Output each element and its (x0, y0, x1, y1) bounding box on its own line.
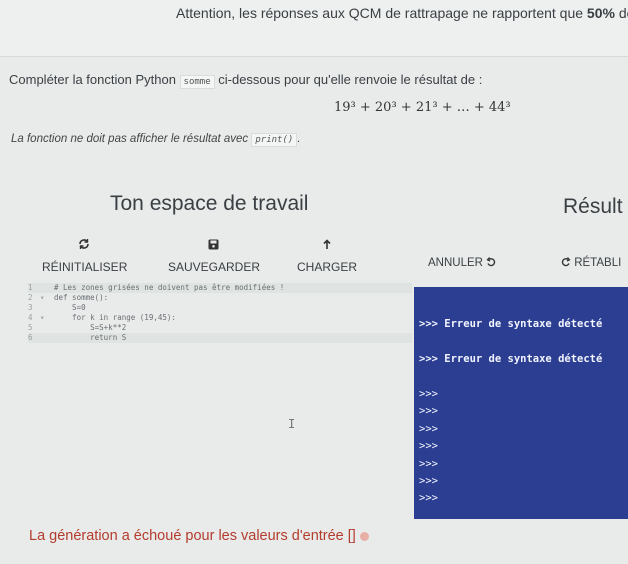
exercise-note: La fonction ne doit pas afficher le résu… (11, 133, 301, 147)
code-text: S=0 (54, 303, 86, 312)
reset-label: RÉINITIALISER (42, 260, 128, 274)
console-prompt-line: >>> (419, 405, 438, 417)
cancel-button[interactable]: ANNULER (428, 257, 496, 269)
console-prompt-line: >>> (419, 388, 438, 400)
refresh-icon (42, 238, 126, 256)
code-editor[interactable]: 1 # Les zones grisées ne doivent pas être… (28, 283, 412, 523)
result-title: Résult (563, 195, 623, 218)
exercise-prompt: Compléter la fonction Python somme ci-de… (9, 72, 483, 89)
line-number: 6 (28, 333, 33, 342)
console-prompt-line: >>> (419, 423, 438, 435)
status-dot-icon (359, 531, 369, 541)
console-prompt-line: >>> (419, 458, 438, 470)
sum-formula: 19³ + 20³ + 21³ + … + 44³ (334, 100, 511, 115)
cancel-label: ANNULER (428, 257, 483, 269)
code-line[interactable]: 6 return S (28, 333, 412, 343)
save-label: SAUVEGARDER (168, 260, 261, 274)
code-text: return S (54, 333, 127, 342)
save-icon (168, 238, 258, 256)
restore-button[interactable]: RÉTABLI (561, 257, 621, 269)
line-number: 1 (28, 283, 33, 292)
line-number: 5 (28, 323, 33, 332)
load-button[interactable]: CHARGER (296, 238, 358, 274)
console-error-line: >>> Erreur de syntaxe détecté (419, 353, 603, 365)
code-line[interactable]: 4 ▾ for k in range (19,45): (28, 313, 412, 323)
workspace-title: Ton espace de travail (110, 192, 309, 215)
python-console[interactable]: >>> Erreur de syntaxe détecté >>> Erreur … (414, 287, 628, 519)
code-line[interactable]: 3 S=0 (28, 303, 412, 313)
fold-arrow-icon[interactable]: ▾ (40, 313, 45, 323)
code-text: def somme(): (54, 293, 109, 302)
load-label: CHARGER (296, 260, 357, 274)
line-number: 4 (28, 313, 33, 322)
line-number: 2 (28, 293, 33, 302)
console-error-line: >>> Erreur de syntaxe détecté (419, 318, 603, 330)
console-prompt-line: >>> (419, 492, 438, 504)
console-prompt-line: >>> (419, 440, 438, 452)
code-text: for k in range (19,45): (54, 313, 176, 322)
console-prompt-line: >>> (419, 475, 438, 487)
reset-button[interactable]: RÉINITIALISER (42, 238, 128, 274)
code-text: S=S+k**2 (54, 323, 127, 332)
save-button[interactable]: SAUVEGARDER (168, 238, 261, 274)
function-name-code: somme (179, 75, 215, 89)
fold-arrow-icon[interactable]: ▾ (40, 293, 45, 303)
warning-text: Attention, les réponses aux QCM de rattr… (176, 5, 628, 21)
restore-label: RÉTABLI (574, 257, 622, 269)
code-line[interactable]: 5 S=S+k**2 (28, 323, 412, 333)
text-cursor-icon: I (288, 417, 296, 431)
undo-icon (486, 257, 496, 269)
upload-icon (296, 238, 358, 256)
warning-banner: Attention, les réponses aux QCM de rattr… (0, 0, 628, 57)
code-text: # Les zones grisées ne doivent pas être … (54, 283, 285, 292)
code-line[interactable]: 1 # Les zones grisées ne doivent pas être… (28, 283, 412, 293)
print-code: print() (251, 133, 298, 147)
code-line[interactable]: 2 ▾ def somme(): (28, 293, 412, 303)
redo-icon (561, 257, 574, 269)
failure-message: La génération a échoué pour les valeurs … (29, 528, 369, 544)
line-number: 3 (28, 303, 33, 312)
